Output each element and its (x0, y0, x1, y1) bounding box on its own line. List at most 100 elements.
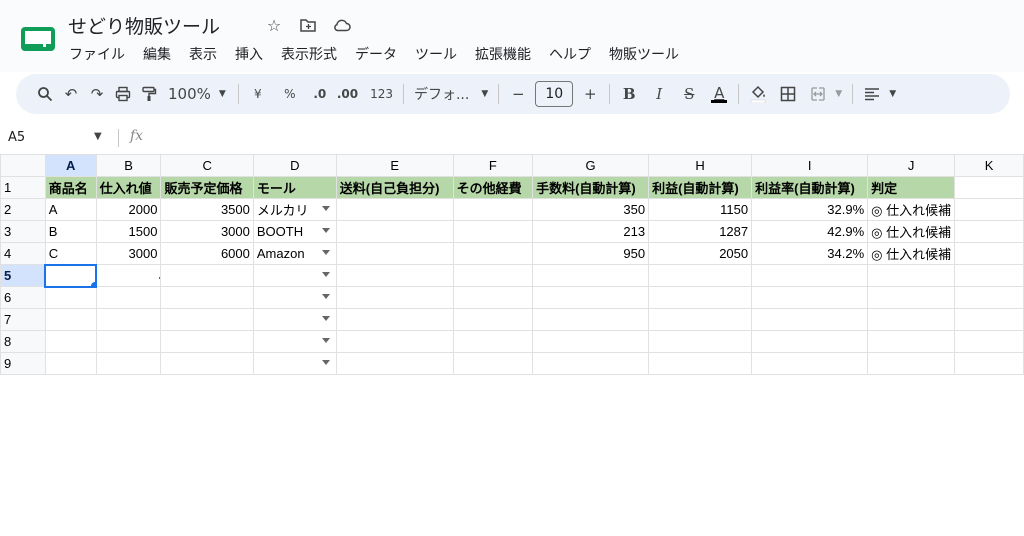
cell-d2[interactable]: メルカリ (252, 198, 337, 221)
italic-button[interactable]: I (646, 80, 672, 108)
cell-b2[interactable]: 2000 (95, 198, 162, 221)
cell-c5[interactable] (160, 264, 254, 287)
cell-e1[interactable]: 送料(自己負担分) (335, 176, 454, 199)
cell-g1[interactable]: 手数料(自動計算) (532, 176, 650, 199)
cell-i7[interactable] (751, 308, 869, 331)
menu-tools[interactable]: ツール (406, 44, 466, 64)
cell-b8[interactable] (95, 330, 162, 353)
cell-a4[interactable]: C (44, 242, 97, 265)
cell-d9[interactable] (252, 352, 337, 375)
merge-cells-icon[interactable] (805, 80, 831, 108)
column-header-c[interactable]: C (160, 154, 254, 177)
name-box[interactable]: A5 (8, 130, 25, 145)
column-header-f[interactable]: F (452, 154, 534, 177)
cell-c7[interactable] (160, 308, 254, 331)
cell-a2[interactable]: A (44, 198, 97, 221)
cell-d3[interactable]: BOOTH (252, 220, 337, 243)
cell-c1[interactable]: 販売予定価格 (160, 176, 254, 199)
cell-j1[interactable]: 判定 (867, 176, 956, 199)
cell-i4[interactable]: 34.2% (751, 242, 869, 265)
cell-h7[interactable] (648, 308, 753, 331)
cell-e3[interactable] (335, 220, 454, 243)
dropdown-chip-arrow-icon[interactable] (321, 272, 330, 277)
cell-g3[interactable]: 213 (532, 220, 650, 243)
row-header-9[interactable]: 9 (0, 352, 46, 375)
cell-k3[interactable] (954, 220, 1024, 243)
menu-format[interactable]: 表示形式 (272, 44, 346, 64)
cell-k9[interactable] (954, 352, 1024, 375)
strikethrough-button[interactable]: S (676, 80, 702, 108)
font-size-decrease-button[interactable]: − (505, 80, 531, 108)
bold-button[interactable]: B (616, 80, 642, 108)
cell-c3[interactable]: 3000 (160, 220, 254, 243)
cell-i1[interactable]: 利益率(自動計算) (751, 176, 869, 199)
cell-f8[interactable] (452, 330, 534, 353)
cell-j5[interactable] (867, 264, 956, 287)
row-header-8[interactable]: 8 (0, 330, 46, 353)
cell-k8[interactable] (954, 330, 1024, 353)
column-header-g[interactable]: G (532, 154, 650, 177)
row-header-7[interactable]: 7 (0, 308, 46, 331)
align-dropdown-icon[interactable]: ▼ (885, 80, 900, 108)
cell-h5[interactable] (648, 264, 753, 287)
cell-a6[interactable] (44, 286, 97, 309)
cell-g7[interactable] (532, 308, 650, 331)
currency-format-button[interactable]: ¥ (245, 80, 271, 108)
cell-e4[interactable] (335, 242, 454, 265)
cell-j4[interactable]: ◎ 仕入れ候補 (867, 242, 956, 265)
cell-f3[interactable] (452, 220, 534, 243)
cell-b7[interactable] (95, 308, 162, 331)
move-to-folder-icon[interactable] (298, 15, 318, 35)
column-header-k[interactable]: K (954, 154, 1024, 177)
column-header-e[interactable]: E (335, 154, 454, 177)
cell-e6[interactable] (335, 286, 454, 309)
cell-g2[interactable]: 350 (532, 198, 650, 221)
search-menus-icon[interactable] (32, 80, 58, 108)
star-icon[interactable]: ☆ (264, 15, 284, 35)
cell-h6[interactable] (648, 286, 753, 309)
column-header-a[interactable]: A (44, 154, 97, 177)
cell-e7[interactable] (335, 308, 454, 331)
name-box-dropdown-icon[interactable]: ▼ (94, 131, 102, 142)
document-title[interactable]: せどり物販ツール (68, 12, 220, 39)
menu-file[interactable]: ファイル (60, 44, 134, 64)
cell-e5[interactable] (335, 264, 454, 287)
menu-custom-tool[interactable]: 物販ツール (600, 44, 688, 64)
cell-j6[interactable] (867, 286, 956, 309)
cell-a8[interactable] (44, 330, 97, 353)
cell-f9[interactable] (452, 352, 534, 375)
cell-g6[interactable] (532, 286, 650, 309)
cell-b6[interactable] (95, 286, 162, 309)
cell-b1[interactable]: 仕入れ値 (95, 176, 162, 199)
cell-b3[interactable]: 1500 (95, 220, 162, 243)
cell-e8[interactable] (335, 330, 454, 353)
cell-h9[interactable] (648, 352, 753, 375)
dropdown-chip-arrow-icon[interactable] (321, 228, 330, 233)
fill-color-icon[interactable] (745, 80, 771, 108)
column-header-b[interactable]: B (95, 154, 162, 177)
cell-h8[interactable] (648, 330, 753, 353)
cell-b4[interactable]: 3000 (95, 242, 162, 265)
increase-decimal-button[interactable]: .00 (333, 80, 362, 108)
cell-d7[interactable] (252, 308, 337, 331)
sheets-logo-icon[interactable] (20, 26, 56, 52)
cell-i2[interactable]: 32.9% (751, 198, 869, 221)
column-header-i[interactable]: I (751, 154, 869, 177)
number-format-button[interactable]: 123 (366, 80, 397, 108)
menu-insert[interactable]: 挿入 (226, 44, 272, 64)
cell-h1[interactable]: 利益(自動計算) (648, 176, 753, 199)
row-header-6[interactable]: 6 (0, 286, 46, 309)
menu-data[interactable]: データ (346, 44, 406, 64)
row-header-3[interactable]: 3 (0, 220, 46, 243)
cell-f2[interactable] (452, 198, 534, 221)
font-size-increase-button[interactable]: + (577, 80, 603, 108)
row-header-5[interactable]: 5 (0, 264, 46, 287)
font-select[interactable]: デフォ... ▼ (410, 80, 492, 108)
cell-f5[interactable] (452, 264, 534, 287)
cell-j7[interactable] (867, 308, 956, 331)
cell-j8[interactable] (867, 330, 956, 353)
paint-format-icon[interactable] (136, 80, 162, 108)
menu-extensions[interactable]: 拡張機能 (466, 44, 540, 64)
cell-a7[interactable] (44, 308, 97, 331)
row-header-2[interactable]: 2 (0, 198, 46, 221)
